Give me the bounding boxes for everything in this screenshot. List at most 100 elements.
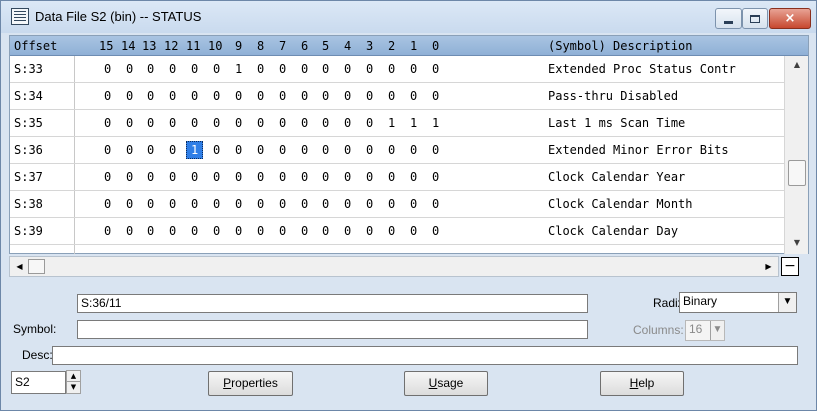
bit-cell[interactable]: 0 <box>191 197 198 211</box>
file-selector-field[interactable]: S2 <box>11 371 66 394</box>
bit-cell[interactable]: 0 <box>235 170 242 184</box>
vertical-scrollbar[interactable]: ▲ ▼ <box>784 56 808 254</box>
table-row[interactable]: S:33 0 0 0 0 0 0 1 0 0 0 0 0 0 0 0 0 Extended Proc Status… <box>10 56 784 83</box>
bit-cell[interactable]: 0 <box>432 89 439 103</box>
bit-cell[interactable]: 0 <box>322 62 329 76</box>
bit-cell[interactable]: 0 <box>235 224 242 238</box>
bit-cell[interactable]: 1 <box>410 116 417 130</box>
file-selector-spinner[interactable]: ▲ ▼ <box>66 370 81 394</box>
bit-cell[interactable]: 0 <box>235 116 242 130</box>
bit-cell[interactable]: 0 <box>147 143 154 157</box>
bit-cell[interactable]: 0 <box>432 224 439 238</box>
symbol-field[interactable] <box>77 320 588 339</box>
bit-cell[interactable]: 0 <box>301 62 308 76</box>
bit-cell[interactable]: 0 <box>257 224 264 238</box>
bit-cell[interactable]: 0 <box>366 224 373 238</box>
bit-cell[interactable]: 0 <box>301 116 308 130</box>
bit-cell[interactable]: 0 <box>147 89 154 103</box>
bit-cell[interactable]: 0 <box>388 197 395 211</box>
usage-button[interactable]: Usage <box>404 371 488 396</box>
bit-cell[interactable]: 0 <box>279 62 286 76</box>
bit-cell[interactable]: 0 <box>126 143 133 157</box>
bit-cell[interactable]: 0 <box>104 89 111 103</box>
address-field[interactable]: S:36/11 <box>77 294 588 313</box>
bit-cell[interactable]: 0 <box>279 170 286 184</box>
bit-cell[interactable]: 0 <box>322 197 329 211</box>
bit-cell[interactable]: 0 <box>257 197 264 211</box>
bit-cell[interactable]: 0 <box>388 224 395 238</box>
bit-cell[interactable]: 0 <box>344 224 351 238</box>
bit-cell[interactable]: 0 <box>104 224 111 238</box>
bit-cell[interactable]: 0 <box>104 197 111 211</box>
bit-cell[interactable]: 0 <box>344 89 351 103</box>
bit-cell[interactable]: 0 <box>169 116 176 130</box>
bit-cell[interactable]: 0 <box>344 116 351 130</box>
bit-cell[interactable]: 0 <box>410 197 417 211</box>
bit-cell[interactable]: 0 <box>213 143 220 157</box>
bit-cell[interactable]: 0 <box>366 116 373 130</box>
bit-cell[interactable]: 0 <box>235 89 242 103</box>
close-button[interactable]: × <box>769 8 811 29</box>
bit-cell[interactable]: 0 <box>169 197 176 211</box>
selected-bit-cell[interactable]: 1 <box>186 141 204 159</box>
bit-cell[interactable]: 0 <box>126 170 133 184</box>
bit-cell[interactable]: 0 <box>388 62 395 76</box>
bit-cell[interactable]: 0 <box>410 170 417 184</box>
table-row[interactable]: S:34 0 0 0 0 0 0 0 0 0 0 0 0 0 0 0 0 Pass-thru Disabled <box>10 83 784 110</box>
bit-cell[interactable]: 0 <box>213 89 220 103</box>
bit-cell[interactable]: 0 <box>257 170 264 184</box>
bit-cell[interactable]: 0 <box>191 89 198 103</box>
properties-button[interactable]: Properties <box>208 371 293 396</box>
bit-cell[interactable]: 0 <box>126 224 133 238</box>
bit-cell[interactable]: 0 <box>388 143 395 157</box>
help-button[interactable]: Help <box>600 371 684 396</box>
spin-down-icon[interactable]: ▼ <box>67 382 80 393</box>
scroll-up-icon[interactable]: ▲ <box>791 60 803 72</box>
bit-cell[interactable]: 0 <box>366 62 373 76</box>
bit-cell[interactable]: 0 <box>322 89 329 103</box>
horizontal-scrollbar[interactable]: ◀ ▶ <box>9 256 779 277</box>
minimize-button[interactable] <box>715 8 742 29</box>
description-field[interactable] <box>52 346 798 365</box>
bit-cell[interactable]: 0 <box>432 197 439 211</box>
bit-cell[interactable]: 0 <box>104 170 111 184</box>
bit-cell[interactable]: 0 <box>191 224 198 238</box>
bit-cell[interactable]: 0 <box>432 170 439 184</box>
bit-cell[interactable]: 0 <box>235 143 242 157</box>
bit-cell[interactable]: 0 <box>169 224 176 238</box>
table-row[interactable]: S:37 0 0 0 0 0 0 0 0 0 0 0 0 0 0 0 0 Clock Calendar Year <box>10 164 784 191</box>
bit-cell[interactable]: 0 <box>213 116 220 130</box>
bit-cell[interactable]: 0 <box>366 197 373 211</box>
bit-cell[interactable]: 0 <box>213 170 220 184</box>
bit-cell[interactable]: 0 <box>147 62 154 76</box>
bit-cell[interactable]: 0 <box>301 89 308 103</box>
bit-cell[interactable]: 1 <box>432 116 439 130</box>
bit-cell[interactable]: 0 <box>126 116 133 130</box>
bit-cell[interactable]: 0 <box>279 143 286 157</box>
bit-cell[interactable]: 0 <box>301 224 308 238</box>
bit-cell[interactable]: 0 <box>257 143 264 157</box>
table-row[interactable]: S:35 0 0 0 0 0 0 0 0 0 0 0 0 0 1 1 1 Last 1 ms Scan Time <box>10 110 784 137</box>
bit-cell[interactable]: 0 <box>432 143 439 157</box>
scroll-left-icon[interactable]: ◀ <box>12 259 27 274</box>
bit-cell[interactable]: 0 <box>213 197 220 211</box>
bit-cell[interactable]: 0 <box>410 89 417 103</box>
bit-cell[interactable]: 0 <box>301 170 308 184</box>
bit-cell[interactable]: 0 <box>322 143 329 157</box>
bit-cell[interactable]: 0 <box>147 224 154 238</box>
radix-select[interactable]: Binary ▼ <box>679 292 797 313</box>
bit-cell[interactable]: 0 <box>126 62 133 76</box>
bit-cell[interactable]: 0 <box>366 170 373 184</box>
table-row[interactable]: S:36 0 0 0 0 1 0 0 0 0 0 0 0 0 0 0 0 Extended Minor Error… <box>10 137 784 164</box>
bit-cell[interactable]: 0 <box>344 143 351 157</box>
bit-cell[interactable]: 0 <box>104 62 111 76</box>
bit-cell[interactable]: 0 <box>344 170 351 184</box>
bit-cell[interactable]: 0 <box>169 170 176 184</box>
bit-cell[interactable]: 0 <box>257 116 264 130</box>
bit-cell[interactable]: 0 <box>279 224 286 238</box>
bit-cell[interactable]: 0 <box>191 170 198 184</box>
maximize-button[interactable] <box>742 8 768 29</box>
bit-cell[interactable]: 0 <box>279 116 286 130</box>
bit-cell[interactable]: 0 <box>344 62 351 76</box>
bit-cell[interactable]: 0 <box>147 170 154 184</box>
